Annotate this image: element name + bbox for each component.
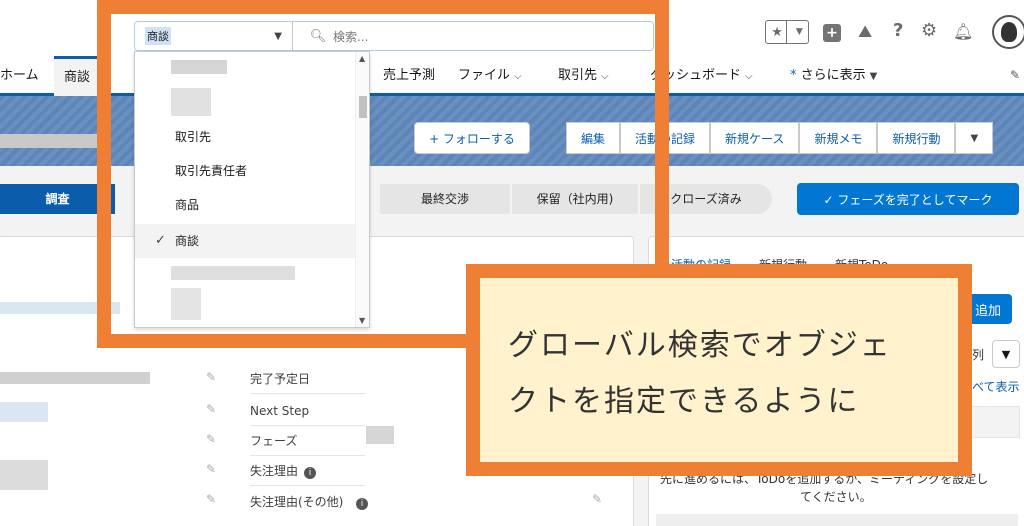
field-loss-reason-other: 失注理由(その他) [250,488,365,526]
mark-stage-complete-button[interactable]: ✓ フェーズを完了としてマーク [797,183,1019,215]
star-icon: ★ [771,24,783,40]
new-action-button[interactable]: 新規行動 [877,122,956,154]
callout-line-1: グローバル検索でオブジェ [508,328,892,363]
edit-nav-icon[interactable]: ✎ [1010,68,1020,82]
field-loss-reason-other-label: 失注理由(その他) [250,495,344,509]
pencil-icon[interactable]: ✎ [206,462,216,476]
blurred-value [0,402,48,422]
filter-icon[interactable]: ▼ [992,340,1020,368]
chevron-down-icon: ▼ [869,71,878,82]
pencil-icon[interactable]: ✎ [206,492,216,506]
tab-opportunity[interactable]: 商談 [54,56,101,96]
trailhead-icon[interactable]: ⛰ [858,22,872,42]
info-icon[interactable]: i [304,467,317,479]
tab-more[interactable]: * さらに表示 ▼ [790,56,877,96]
filter-label: 列 [972,348,985,362]
blurred-value [0,372,150,384]
new-note-button[interactable]: 新規メモ [799,122,878,154]
empty-activity-message-2: てください。 [800,490,872,504]
favorites-button[interactable]: ★ ▼ [765,20,809,44]
info-icon[interactable]: i [356,498,368,510]
new-case-button[interactable]: 新規ケース [710,122,800,154]
help-icon[interactable]: ? [893,20,903,41]
blurred-value [0,460,48,490]
gear-icon[interactable]: ⚙ [921,20,937,41]
tab-home[interactable]: ホーム [0,56,39,96]
tab-more-label: さらに表示 [800,68,866,83]
chevron-down-icon: ▼ [795,27,803,37]
field-close-date: 完了予定日 [250,364,365,394]
pencil-icon[interactable]: ✎ [206,370,216,384]
show-all-link[interactable]: べて表示 [972,378,1020,395]
field-loss-reason-label: 失注理由 [250,464,299,478]
blurred-value [366,426,394,444]
upcoming-section [970,406,1020,438]
field-loss-reason: 失注理由 i [250,456,365,486]
callout-text: グローバル検索でオブジェ クトを指定できるように [508,318,948,430]
pencil-icon[interactable]: ✎ [206,432,216,446]
field-next-step: Next Step [250,396,365,426]
record-title-blurred [0,134,100,148]
field-phase: フェーズ [250,426,365,456]
pencil-icon[interactable]: ✎ [592,492,602,506]
pencil-icon[interactable]: ✎ [206,402,216,416]
activity-timeline-row [656,514,1018,526]
chevron-down-icon: ⌵ [745,71,753,82]
more-star: * [790,68,797,83]
global-actions-icon[interactable]: + [823,24,841,42]
annotation-callout: グローバル検索でオブジェ クトを指定できるように [466,264,972,476]
more-actions-button[interactable]: ▼ [955,122,994,154]
avatar[interactable] [992,15,1024,49]
bell-icon[interactable]: 🔔︎ [953,22,973,41]
callout-line-2: クトを指定できるように [508,384,860,419]
